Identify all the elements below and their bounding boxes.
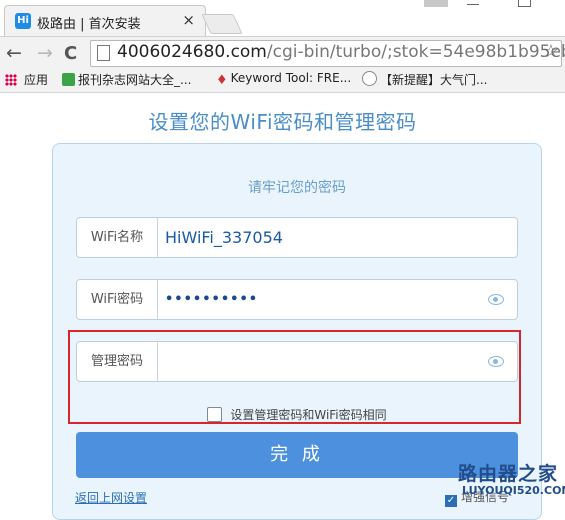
maximize-icon[interactable] [518, 0, 531, 7]
tab-strip: Hi 极路由 | 首次安装 × [0, 0, 565, 37]
wifi-password-field[interactable]: WiFi密码 •••••••••• [76, 279, 518, 320]
new-tab-button[interactable] [201, 14, 243, 34]
forward-arrow-icon[interactable]: → [37, 42, 53, 64]
watermark-title: 路由器之家 [458, 463, 559, 485]
page-title: 设置您的WiFi密码和管理密码 [148, 110, 417, 134]
bookmark-star-icon[interactable]: ☆ [543, 41, 559, 62]
watermark-url: LUYOUQI520.COM [462, 484, 565, 497]
apps-grid-icon[interactable] [5, 74, 17, 86]
browser-toolbar: ← → C 4006024680.com/cgi-bin/turbo/;stok… [0, 36, 565, 69]
reload-icon[interactable]: C [64, 43, 77, 64]
show-password-eye-icon[interactable] [488, 294, 504, 305]
bookmark-apps[interactable]: 应用 [24, 71, 48, 88]
green-c-icon [62, 73, 75, 86]
close-tab-icon[interactable]: × [182, 11, 195, 29]
wifi-password-input[interactable]: •••••••••• [165, 280, 258, 319]
wifi-name-label: WiFi名称 [77, 218, 158, 257]
flame-icon: ♦ [216, 73, 228, 88]
tab-title: 极路由 | 首次安装 [37, 17, 141, 32]
address-bar[interactable]: 4006024680.com/cgi-bin/turbo/;stok=54e98… [90, 40, 565, 67]
bookmark-label: 报刊杂志网站大全_... [78, 73, 192, 87]
bookmark-label: 【新提醒】大气门... [380, 73, 488, 87]
url-host: 4006024680.com [117, 42, 267, 62]
url-text[interactable]: 4006024680.com/cgi-bin/turbo/;stok=54e98… [117, 42, 565, 62]
bookmark-label: 应用 [24, 73, 49, 87]
globe-icon [362, 71, 377, 86]
enhance-signal-checkbox[interactable]: ✓ [445, 495, 457, 507]
bookmark-keyword-tool[interactable]: ♦ Keyword Tool: FRE... [216, 71, 352, 88]
hiwifi-favicon-icon: Hi [15, 13, 31, 29]
bookmark-reminder[interactable]: 【新提醒】大气门... [362, 71, 487, 88]
bookmark-label: Keyword Tool: FRE... [230, 71, 352, 85]
finish-button[interactable]: 完 成 [76, 432, 518, 478]
wifi-name-input[interactable]: HiWiFi_337054 [165, 218, 283, 257]
back-to-internet-settings-link[interactable]: 返回上网设置 [75, 489, 147, 506]
back-arrow-icon[interactable]: ← [6, 42, 22, 64]
wifi-password-label: WiFi密码 [77, 280, 158, 319]
browser-tab[interactable]: Hi 极路由 | 首次安装 × [4, 5, 206, 37]
bookmarks-bar: 应用 报刊杂志网站大全_... ♦ Keyword Tool: FRE... 【新… [0, 68, 565, 93]
bookmark-magazines[interactable]: 报刊杂志网站大全_... [62, 71, 191, 88]
page-icon [97, 45, 110, 61]
wifi-name-field[interactable]: WiFi名称 HiWiFi_337054 [76, 217, 518, 258]
card-subtitle: 请牢记您的密码 [248, 180, 346, 196]
minimize-icon[interactable] [462, 0, 484, 6]
url-path: /cgi-bin/turbo/;stok=54e98b1b95ebf( [266, 42, 565, 62]
highlight-box [68, 330, 521, 424]
window-control[interactable] [424, 0, 448, 7]
